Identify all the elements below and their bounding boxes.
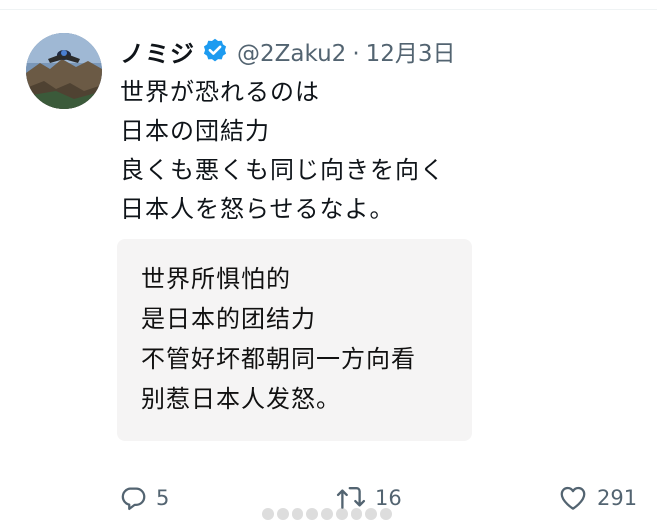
top-divider: [0, 9, 657, 10]
translation-text: 世界所惧怕的 是日本的团结力 不管好坏都朝同一方向看 别惹日本人发怒。: [141, 259, 416, 419]
display-name[interactable]: ノミジ: [120, 34, 195, 69]
avatar[interactable]: [26, 33, 102, 109]
avatar-image: [26, 33, 102, 109]
timestamp[interactable]: 12月3日: [366, 41, 456, 67]
tweet-line: 日本の団結力: [120, 117, 270, 145]
tweet-meta: @2Zaku2 · 12月3日: [237, 34, 456, 68]
watermark: [262, 505, 393, 523]
tweet-line: 日本人を怒らせるなよ。: [120, 195, 395, 223]
handle[interactable]: @2Zaku2: [237, 41, 346, 67]
translation-line: 不管好坏都朝同一方向看: [141, 345, 416, 373]
separator: ·: [352, 41, 360, 67]
like-button[interactable]: 291: [557, 478, 637, 518]
tweet-text: 世界が恐れるのは 日本の団結力 良くも悪くも同じ向きを向く 日本人を怒らせるなよ…: [120, 73, 640, 229]
translation-line: 是日本的团结力: [141, 305, 316, 333]
reply-button[interactable]: 5: [118, 478, 169, 518]
reply-icon: [121, 487, 146, 510]
translation-line: 世界所惧怕的: [141, 265, 291, 293]
tweet-header: ノミジ @2Zaku2 · 12月3日: [120, 33, 456, 69]
translation-line: 别惹日本人发怒。: [141, 385, 341, 413]
like-count: 291: [597, 486, 638, 510]
tweet-line: 世界が恐れるのは: [120, 78, 320, 106]
verified-badge-icon[interactable]: [201, 37, 229, 65]
reply-count: 5: [156, 486, 170, 510]
tweet-line: 良くも悪くも同じ向きを向く: [120, 156, 445, 184]
heart-icon: [560, 486, 586, 510]
translation-card: 世界所惧怕的 是日本的团结力 不管好坏都朝同一方向看 别惹日本人发怒。: [117, 239, 472, 441]
